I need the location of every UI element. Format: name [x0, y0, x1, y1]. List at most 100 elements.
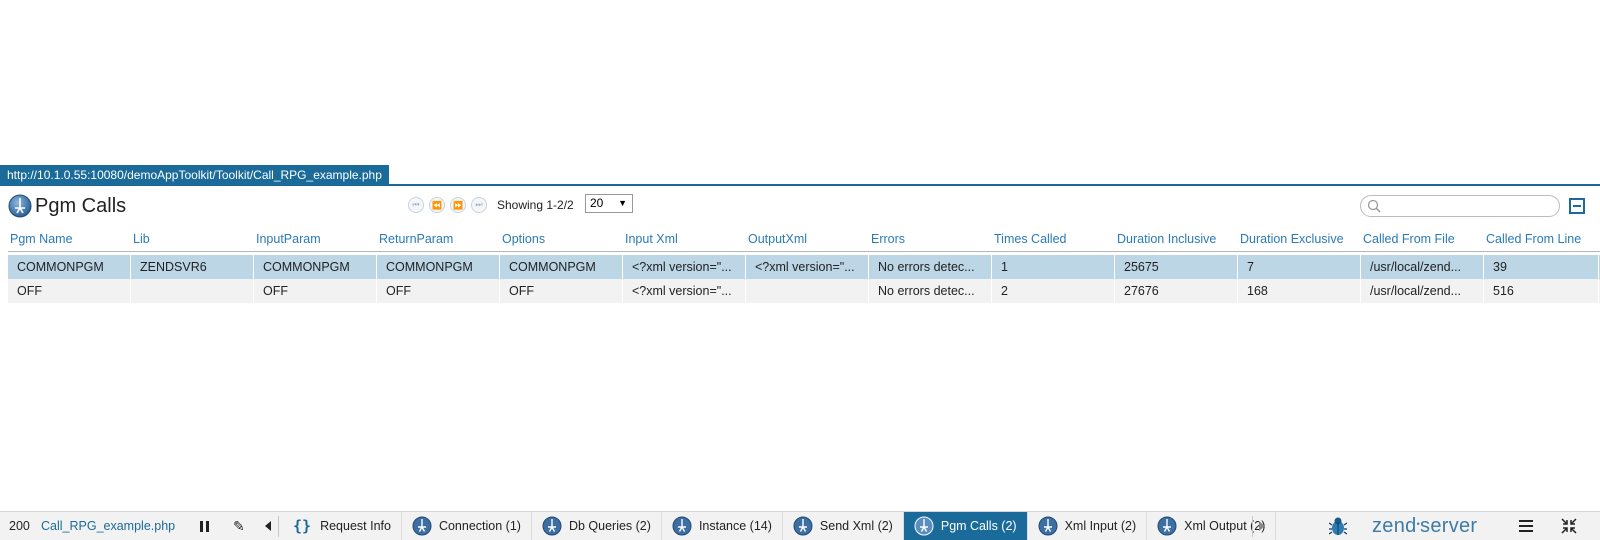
- table-cell: COMMONPGM: [377, 255, 500, 279]
- request-url-tab[interactable]: http://10.1.0.55:10080/demoAppToolkit/To…: [0, 165, 389, 185]
- tab-send-xml[interactable]: Send Xml (2): [783, 512, 904, 540]
- column-header[interactable]: Errors: [869, 226, 992, 251]
- column-header[interactable]: Pgm Name: [8, 226, 131, 251]
- table-cell: No errors detec...: [869, 255, 992, 279]
- table-cell: [131, 279, 254, 303]
- tab-label: Xml Output (2): [1184, 519, 1266, 533]
- request-file-link[interactable]: Call_RPG_example.php: [41, 512, 175, 540]
- collapse-panel-button[interactable]: [1569, 198, 1585, 214]
- tab-label: Pgm Calls (2): [940, 519, 1017, 533]
- toolbar-divider: [1252, 516, 1253, 537]
- table-cell: <?xml version="...: [623, 279, 746, 303]
- tab-label: Connection (1): [438, 519, 521, 533]
- tab-connection[interactable]: Connection (1): [402, 512, 532, 540]
- column-header[interactable]: Times Called: [992, 226, 1115, 251]
- toolbar-tabs: {} Request Info Connection (1) Db Querie…: [281, 512, 1277, 540]
- table-cell: 27676: [1115, 279, 1238, 303]
- table-cell: OFF: [254, 279, 377, 303]
- tab-label: Xml Input (2): [1064, 519, 1137, 533]
- toolbar-divider: [278, 516, 279, 537]
- brand-mark: •: [1416, 519, 1421, 529]
- minus-icon: [1573, 205, 1581, 207]
- globe-icon: [542, 516, 562, 536]
- tab-instance[interactable]: Instance (14): [662, 512, 783, 540]
- column-header[interactable]: Duration Inclusive: [1115, 226, 1238, 251]
- globe-icon: [1157, 516, 1177, 536]
- globe-icon: [793, 516, 813, 536]
- table-cell: OFF: [500, 279, 623, 303]
- globe-icon: [412, 516, 432, 536]
- tab-pgm-calls[interactable]: Pgm Calls (2): [903, 512, 1028, 540]
- table-cell: 25675: [1115, 255, 1238, 279]
- table-cell: <?xml version="...: [746, 255, 869, 279]
- tab-xml-output[interactable]: Xml Output (2): [1147, 512, 1277, 540]
- tab-label: Instance (14): [698, 519, 772, 533]
- panel-title: Pgm Calls: [35, 195, 127, 217]
- pgm-calls-table: Pgm Name Lib InputParam ReturnParam Opti…: [8, 226, 1600, 303]
- bug-icon[interactable]: [1329, 516, 1347, 536]
- column-header[interactable]: Lib: [131, 226, 254, 251]
- globe-icon: [8, 194, 32, 218]
- prev-page-icon[interactable]: ⏪: [429, 197, 445, 213]
- panel-top-border: [0, 184, 1600, 186]
- table-cell: OFF: [377, 279, 500, 303]
- shrink-icon[interactable]: [1561, 518, 1577, 534]
- table-cell: 168: [1238, 279, 1361, 303]
- dropdown-arrow-icon: ▼: [618, 198, 627, 208]
- table-cell: COMMONPGM: [254, 255, 377, 279]
- scroll-right-icon[interactable]: [1259, 521, 1265, 531]
- search-icon: [1367, 199, 1381, 213]
- column-header[interactable]: Options: [500, 226, 623, 251]
- tab-request-info[interactable]: {} Request Info: [281, 512, 402, 540]
- column-header[interactable]: ReturnParam: [377, 226, 500, 251]
- table-cell: 39: [1484, 255, 1599, 279]
- table-cell: 7: [1238, 255, 1361, 279]
- table-cell: No errors detec...: [869, 279, 992, 303]
- table-header: Pgm Name Lib InputParam ReturnParam Opti…: [8, 226, 1600, 252]
- debug-toolbar: 200 Call_RPG_example.php ✎ {} Request In…: [0, 511, 1600, 540]
- table-cell: COMMONPGM: [500, 255, 623, 279]
- pagination-controls: ⏮ ⏪ ⏩ ⏭: [408, 197, 487, 213]
- column-header[interactable]: Duration Exclusive: [1238, 226, 1361, 251]
- column-header[interactable]: InputParam: [254, 226, 377, 251]
- table-cell: ZENDSVR6: [131, 255, 254, 279]
- showing-count: Showing 1-2/2: [497, 198, 574, 212]
- tab-label: Request Info: [320, 519, 391, 533]
- table-cell: /usr/local/zend...: [1361, 279, 1484, 303]
- clip-icon[interactable]: ✎: [233, 518, 247, 534]
- hamburger-menu-icon[interactable]: [1519, 520, 1533, 532]
- table-cell: OFF: [8, 279, 131, 303]
- zend-server-logo: zend•server: [1372, 512, 1477, 540]
- search-box: [1360, 195, 1560, 217]
- brand-word: zend: [1372, 515, 1417, 537]
- tab-label: Send Xml (2): [819, 519, 893, 533]
- pause-icon[interactable]: [200, 521, 210, 532]
- column-header[interactable]: OutputXml: [746, 226, 869, 251]
- next-page-icon[interactable]: ⏩: [450, 197, 466, 213]
- column-header[interactable]: Called From File: [1361, 226, 1484, 251]
- table-row[interactable]: COMMONPGM ZENDSVR6 COMMONPGM COMMONPGM C…: [8, 255, 1600, 279]
- globe-icon: [672, 516, 692, 536]
- column-header[interactable]: Called From Line: [1484, 226, 1599, 251]
- page-size-select[interactable]: 20 ▼: [585, 194, 633, 213]
- status-code: 200: [9, 519, 30, 533]
- page-size-value: 20: [590, 196, 604, 210]
- search-input[interactable]: [1385, 198, 1553, 214]
- tab-label: Db Queries (2): [568, 519, 651, 533]
- table-cell: <?xml version="...: [623, 255, 746, 279]
- table-cell: 516: [1484, 279, 1599, 303]
- globe-icon: [914, 516, 934, 536]
- table-cell: /usr/local/zend...: [1361, 255, 1484, 279]
- table-cell: 2: [992, 279, 1115, 303]
- braces-icon: {}: [293, 517, 312, 535]
- tab-xml-input[interactable]: Xml Input (2): [1028, 512, 1148, 540]
- table-cell: 1: [992, 255, 1115, 279]
- tab-db-queries[interactable]: Db Queries (2): [532, 512, 662, 540]
- last-page-icon[interactable]: ⏭: [471, 197, 487, 213]
- table-cell: COMMONPGM: [8, 255, 131, 279]
- scroll-left-icon[interactable]: [265, 521, 271, 531]
- first-page-icon[interactable]: ⏮: [408, 197, 424, 213]
- brand-word: server: [1420, 515, 1478, 537]
- column-header[interactable]: Input Xml: [623, 226, 746, 251]
- table-row[interactable]: OFF OFF OFF OFF <?xml version="... No er…: [8, 279, 1600, 303]
